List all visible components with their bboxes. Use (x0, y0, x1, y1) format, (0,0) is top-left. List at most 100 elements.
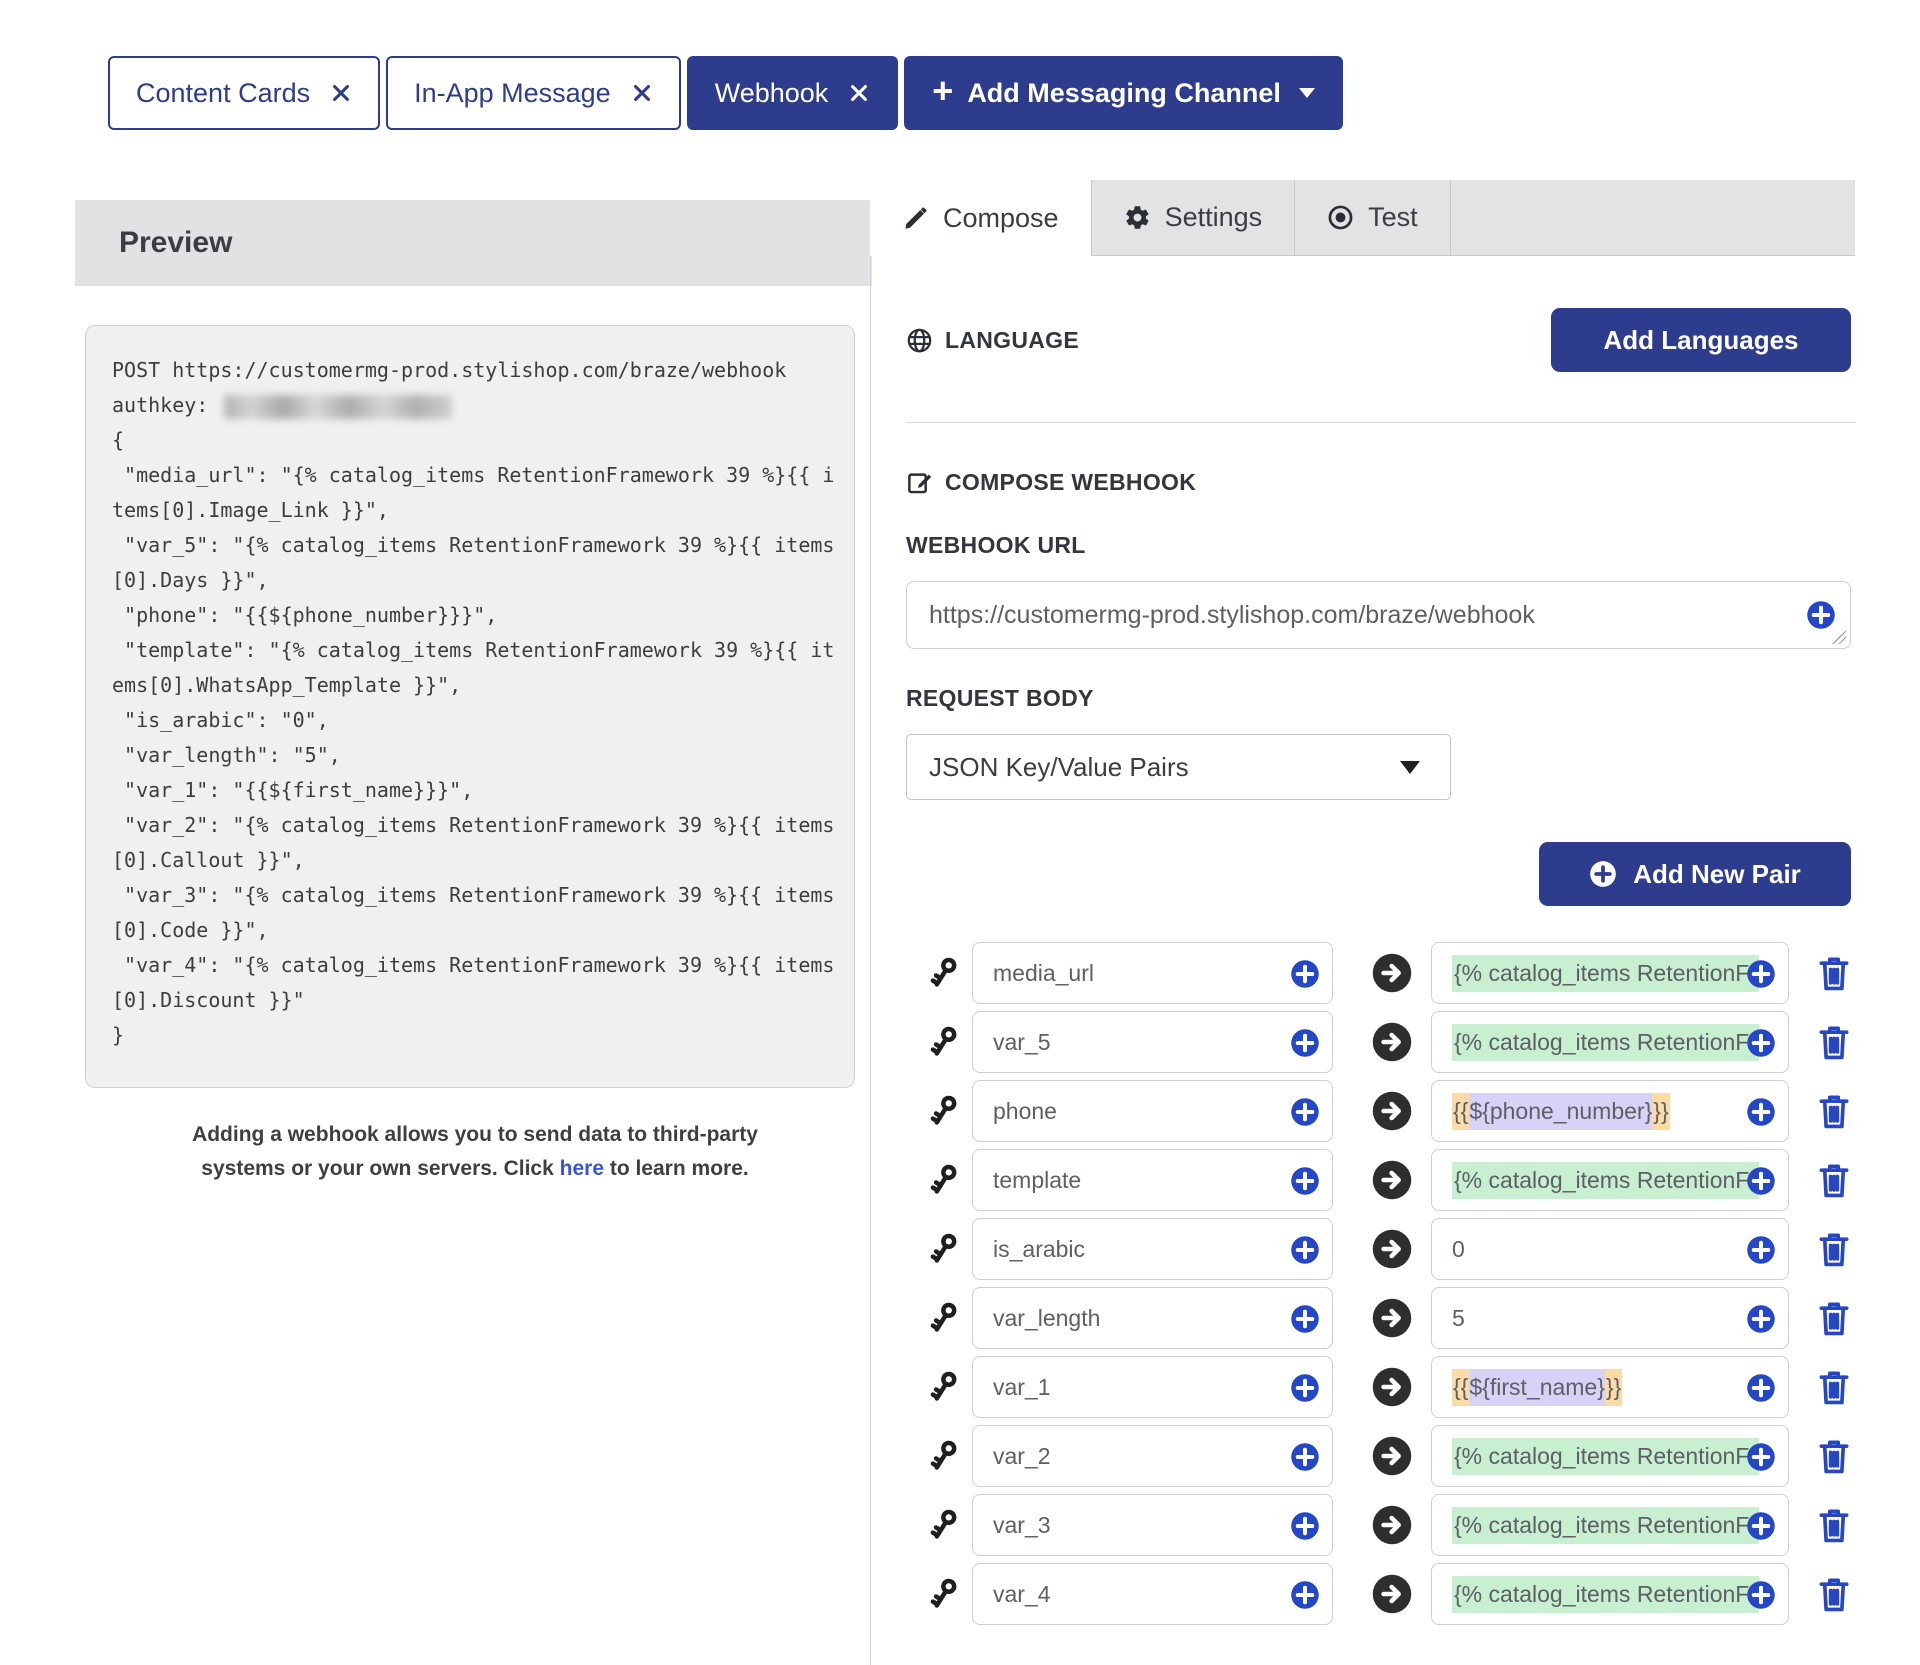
trash-icon[interactable] (1817, 954, 1851, 992)
preview-code: POST https://customermg-prod.stylishop.c… (85, 325, 855, 1088)
trash-icon[interactable] (1817, 1575, 1851, 1613)
channel-tab[interactable]: Webhook (687, 56, 899, 130)
plus-circle-icon[interactable] (1290, 1442, 1320, 1472)
pair-value-input[interactable]: 0 (1431, 1218, 1789, 1280)
webhook-url-label: WEBHOOK URL (906, 532, 1855, 559)
pair-key-text: var_3 (993, 1512, 1051, 1539)
channel-tab-label: Webhook (715, 78, 829, 109)
tab-test-label: Test (1368, 202, 1418, 233)
plus-circle-icon[interactable] (1290, 1235, 1320, 1265)
pair-row: var_1 {{${first_name}}} (906, 1356, 1855, 1418)
plus-circle-icon[interactable] (1746, 1304, 1776, 1334)
pair-key-input[interactable]: var_3 (972, 1494, 1333, 1556)
code-line: [0].Discount }}" (112, 983, 844, 1018)
pair-value-text: {% catalog_items RetentionFr (1452, 1576, 1759, 1613)
pair-value-text: }} (1652, 1093, 1669, 1130)
pair-key-input[interactable]: var_5 (972, 1011, 1333, 1073)
plus-circle-icon[interactable] (1290, 959, 1320, 989)
pair-key-text: var_5 (993, 1029, 1051, 1056)
redacted-authkey (224, 395, 452, 419)
pair-value-input[interactable]: {% catalog_items RetentionFr (1431, 1425, 1789, 1487)
plus-circle-icon[interactable] (1746, 1235, 1776, 1265)
pair-key-input[interactable]: var_4 (972, 1563, 1333, 1625)
plus-circle-icon[interactable] (1290, 1097, 1320, 1127)
arrow-right-circle-icon (1371, 1366, 1413, 1408)
add-messaging-channel-button[interactable]: + Add Messaging Channel (904, 56, 1343, 130)
key-icon (926, 1438, 962, 1474)
code-line: "var_1": "{{${first_name}}}", (112, 773, 844, 808)
tab-test[interactable]: Test (1295, 180, 1451, 256)
learn-more-link[interactable]: here (560, 1157, 604, 1180)
add-languages-button[interactable]: Add Languages (1551, 308, 1851, 372)
trash-icon[interactable] (1817, 1092, 1851, 1130)
webhook-url-input[interactable]: https://customermg-prod.stylishop.com/br… (906, 581, 1851, 649)
pair-value-input[interactable]: 5 (1431, 1287, 1789, 1349)
plus-circle-icon[interactable] (1746, 1166, 1776, 1196)
pair-key-input[interactable]: media_url (972, 942, 1333, 1004)
trash-icon[interactable] (1817, 1506, 1851, 1544)
plus-circle-icon[interactable] (1746, 1097, 1776, 1127)
pair-key-text: var_2 (993, 1443, 1051, 1470)
channel-tab[interactable]: Content Cards (108, 56, 380, 130)
pair-value-input[interactable]: {% catalog_items RetentionFr (1431, 1494, 1789, 1556)
channel-tab-label: Content Cards (136, 78, 310, 109)
plus-circle-icon[interactable] (1290, 1373, 1320, 1403)
pair-key-input[interactable]: is_arabic (972, 1218, 1333, 1280)
plus-circle-icon[interactable] (1746, 1580, 1776, 1610)
code-line: "media_url": "{% catalog_items Retention… (112, 458, 844, 493)
chevron-down-icon (1299, 88, 1315, 98)
pair-key-input[interactable]: var_1 (972, 1356, 1333, 1418)
request-body-value: JSON Key/Value Pairs (929, 752, 1189, 783)
channel-tab[interactable]: In-App Message (386, 56, 681, 130)
code-line: "var_4": "{% catalog_items RetentionFram… (112, 948, 844, 983)
plus-circle-icon[interactable] (1746, 1373, 1776, 1403)
pair-key-input[interactable]: template (972, 1149, 1333, 1211)
pair-key-text: template (993, 1167, 1081, 1194)
compose-tab-content: LANGUAGE Add Languages COMPOSE WEBHOOK W… (870, 256, 1855, 1665)
request-body-select[interactable]: JSON Key/Value Pairs (906, 734, 1451, 800)
plus-circle-icon[interactable] (1746, 959, 1776, 989)
plus-circle-icon[interactable] (1746, 1442, 1776, 1472)
add-new-pair-button[interactable]: Add New Pair (1539, 842, 1851, 906)
pair-row: var_length 5 (906, 1287, 1855, 1349)
tab-settings-label: Settings (1165, 202, 1263, 233)
close-icon[interactable] (631, 82, 653, 104)
tab-compose[interactable]: Compose (870, 180, 1092, 256)
plus-circle-icon[interactable] (1746, 1511, 1776, 1541)
trash-icon[interactable] (1817, 1437, 1851, 1475)
trash-icon[interactable] (1817, 1368, 1851, 1406)
trash-icon[interactable] (1817, 1230, 1851, 1268)
key-icon (926, 1507, 962, 1543)
pair-key-input[interactable]: var_2 (972, 1425, 1333, 1487)
key-icon (926, 1093, 962, 1129)
plus-circle-icon[interactable] (1290, 1028, 1320, 1058)
close-icon[interactable] (330, 82, 352, 104)
pair-row: media_url {% catalog_items RetentionFr (906, 942, 1855, 1004)
code-line: [0].Days }}", (112, 563, 844, 598)
close-icon[interactable] (848, 82, 870, 104)
plus-circle-icon[interactable] (1290, 1166, 1320, 1196)
pair-value-input[interactable]: {{${phone_number}}} (1431, 1080, 1789, 1142)
trash-icon[interactable] (1817, 1161, 1851, 1199)
channel-tab-label: In-App Message (414, 78, 611, 109)
tab-settings[interactable]: Settings (1092, 180, 1296, 256)
section-divider (906, 422, 1856, 423)
pair-value-input[interactable]: {% catalog_items RetentionFr (1431, 1149, 1789, 1211)
plus-circle-icon[interactable] (1806, 600, 1836, 630)
pair-key-input[interactable]: phone (972, 1080, 1333, 1142)
plus-circle-icon[interactable] (1290, 1304, 1320, 1334)
trash-icon[interactable] (1817, 1299, 1851, 1337)
trash-icon[interactable] (1817, 1023, 1851, 1061)
pair-key-input[interactable]: var_length (972, 1287, 1333, 1349)
plus-circle-icon[interactable] (1290, 1580, 1320, 1610)
pair-value-text: {{ (1452, 1369, 1469, 1406)
pair-value-text: {{ (1452, 1093, 1469, 1130)
pair-value-input[interactable]: {% catalog_items RetentionFr (1431, 1011, 1789, 1073)
pair-value-input[interactable]: {% catalog_items RetentionFr (1431, 1563, 1789, 1625)
plus-circle-icon[interactable] (1290, 1511, 1320, 1541)
pair-value-input[interactable]: {{${first_name}}} (1431, 1356, 1789, 1418)
plus-circle-icon[interactable] (1746, 1028, 1776, 1058)
add-messaging-channel-label: Add Messaging Channel (967, 78, 1281, 109)
resize-grip[interactable] (1831, 629, 1847, 645)
pair-value-input[interactable]: {% catalog_items RetentionFr (1431, 942, 1789, 1004)
